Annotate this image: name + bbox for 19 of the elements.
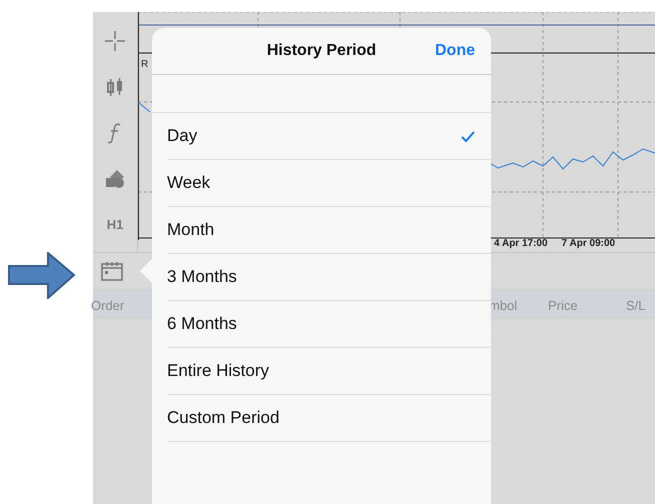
- period-option[interactable]: Week: [167, 160, 491, 207]
- period-option[interactable]: 3 Months: [167, 254, 491, 301]
- period-option[interactable]: Day: [167, 113, 491, 160]
- arrow-icon: [8, 252, 76, 299]
- time-axis-label: 7 Apr 09:00: [562, 237, 616, 251]
- crosshair-icon[interactable]: [103, 29, 127, 53]
- time-axis-label: 4 Apr 17:00: [494, 237, 548, 251]
- column-header: Order: [91, 297, 124, 315]
- period-option[interactable]: 6 Months: [167, 301, 491, 348]
- done-button[interactable]: Done: [435, 39, 475, 63]
- period-option[interactable]: Month: [167, 207, 491, 254]
- shapes-icon[interactable]: [103, 167, 127, 191]
- period-option[interactable]: Entire History: [167, 348, 491, 395]
- period-option[interactable]: Custom Period: [167, 395, 491, 442]
- calendar-icon[interactable]: [101, 261, 123, 281]
- column-header: Price: [548, 297, 578, 315]
- popover-title: History Period: [266, 41, 376, 61]
- column-header: S/L: [626, 297, 646, 315]
- indicator-label: R: [141, 58, 148, 72]
